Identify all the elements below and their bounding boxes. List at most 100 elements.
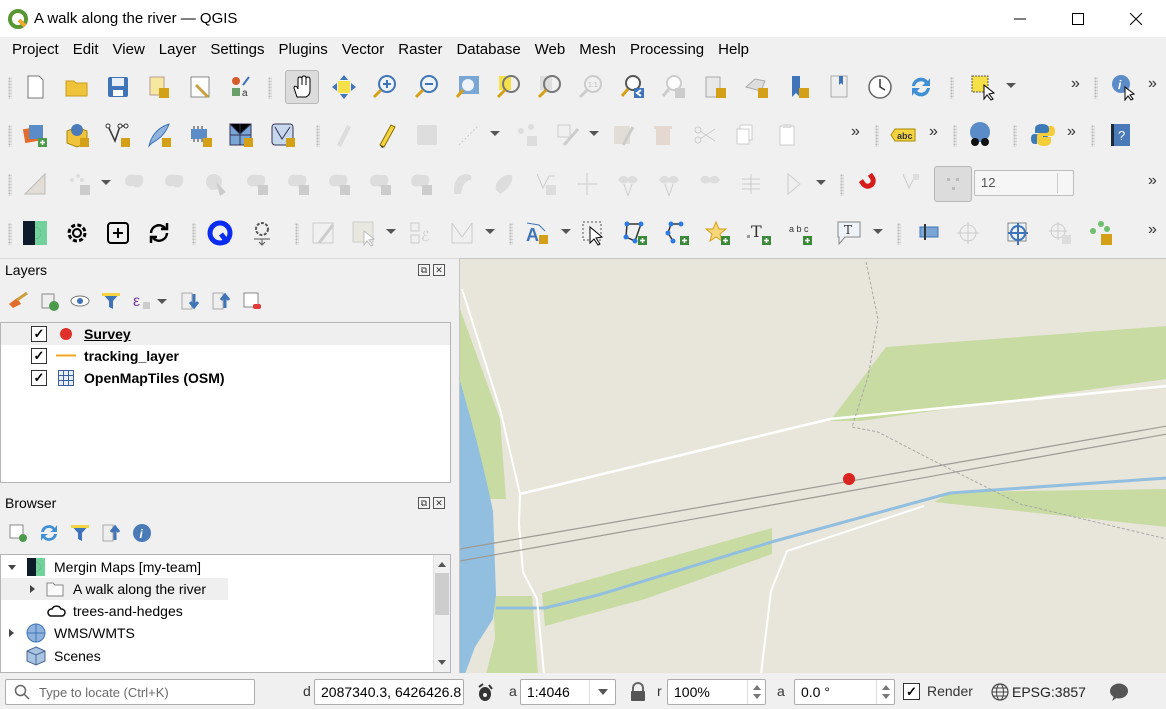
new-bookmark-button[interactable] bbox=[781, 70, 815, 104]
browser-refresh-button[interactable] bbox=[37, 521, 61, 545]
add-part-button[interactable] bbox=[240, 167, 274, 201]
scale-dropdown-button[interactable] bbox=[589, 680, 615, 704]
show-hide-labels-button[interactable] bbox=[951, 216, 985, 250]
browser-item-wms[interactable]: WMS/WMTS bbox=[7, 622, 135, 644]
delete-selected-button[interactable] bbox=[646, 118, 680, 152]
label-style-button[interactable]: A bbox=[520, 216, 554, 250]
manage-visibility-button[interactable] bbox=[68, 289, 92, 313]
modify-dropdown-arrow[interactable] bbox=[589, 131, 599, 136]
expand-arrow-down-icon[interactable] bbox=[7, 562, 17, 572]
toolbar-grip[interactable] bbox=[8, 125, 12, 147]
filter-by-expression-button[interactable]: ε bbox=[130, 289, 154, 313]
style-manager-button[interactable]: a bbox=[224, 70, 258, 104]
text-bubble-dropdown-arrow[interactable] bbox=[873, 229, 883, 234]
new-gpx-layer-button[interactable] bbox=[266, 118, 300, 152]
zoom-to-layer-button[interactable] bbox=[533, 70, 567, 104]
annotation-edit-button[interactable] bbox=[306, 216, 340, 250]
new-shapefile-button[interactable] bbox=[101, 118, 135, 152]
magnifier-spinbox[interactable]: 100% bbox=[667, 679, 766, 705]
mergin-sync-button[interactable] bbox=[142, 216, 176, 250]
new-geopackage-button[interactable] bbox=[60, 118, 94, 152]
label-style-dropdown-arrow[interactable] bbox=[561, 229, 571, 234]
zoom-out-button[interactable] bbox=[410, 70, 444, 104]
toolbar-overflow-button[interactable]: » bbox=[929, 123, 938, 141]
rotate-feature-button[interactable] bbox=[118, 167, 152, 201]
toolbar-grip[interactable] bbox=[875, 125, 879, 147]
menu-project[interactable]: Project bbox=[5, 37, 66, 63]
add-point-feature-button[interactable] bbox=[1043, 216, 1077, 250]
select-dropdown-arrow[interactable] bbox=[1006, 83, 1016, 88]
layout-manager-button[interactable] bbox=[183, 70, 217, 104]
layer-row-tracking[interactable]: ✓ tracking_layer bbox=[1, 345, 450, 367]
rotation-spinbox[interactable]: 0.0 ° bbox=[794, 679, 895, 705]
coordinate-field[interactable]: 2087340.3, 6426426.8 bbox=[314, 679, 464, 705]
toolbar-overflow-button[interactable]: » bbox=[1148, 172, 1157, 190]
cluster-button[interactable] bbox=[1084, 216, 1118, 250]
render-checkbox[interactable]: ✓ bbox=[903, 683, 920, 700]
scrollbar-thumb[interactable] bbox=[435, 573, 449, 615]
select-annotation-button[interactable] bbox=[577, 216, 611, 250]
expression-dropdown-arrow[interactable] bbox=[157, 298, 167, 304]
rotate-point-symbols-button[interactable] bbox=[734, 167, 768, 201]
current-edits-button[interactable] bbox=[328, 118, 362, 152]
zoom-last-button[interactable] bbox=[616, 70, 650, 104]
toolbar-grip[interactable] bbox=[953, 125, 957, 147]
expand-all-button[interactable] bbox=[178, 289, 202, 313]
toolbar-overflow-button[interactable]: » bbox=[851, 123, 860, 141]
label-toolbar-button[interactable]: abc bbox=[886, 118, 920, 152]
text-annotation-button[interactable]: T bbox=[742, 216, 776, 250]
crs-button[interactable]: EPSG:3857 bbox=[990, 682, 1086, 702]
filter-legend-button[interactable] bbox=[99, 289, 123, 313]
show-bookmarks-button[interactable] bbox=[822, 70, 856, 104]
symbols-dropdown-arrow[interactable] bbox=[816, 180, 826, 185]
new-map-view-button[interactable] bbox=[698, 70, 732, 104]
digitize-button[interactable] bbox=[452, 118, 486, 152]
toggle-editing-button[interactable] bbox=[369, 118, 403, 152]
lock-scale-button[interactable] bbox=[629, 682, 647, 705]
collapse-all-button[interactable] bbox=[209, 289, 233, 313]
offset-curve-button[interactable] bbox=[446, 167, 480, 201]
new-mesh-layer-button[interactable] bbox=[224, 118, 258, 152]
split-parts-button[interactable] bbox=[611, 167, 645, 201]
new-project-button[interactable] bbox=[18, 70, 52, 104]
expand-arrow-right-icon[interactable] bbox=[7, 628, 15, 638]
expand-arrow-right-icon[interactable] bbox=[28, 584, 36, 594]
browser-collapse-button[interactable] bbox=[99, 521, 123, 545]
toolbar-grip[interactable] bbox=[268, 77, 272, 99]
save-edits-button[interactable] bbox=[410, 118, 444, 152]
layer-row-survey[interactable]: ✓ Survey bbox=[1, 323, 450, 345]
add-group-button[interactable] bbox=[37, 289, 61, 313]
close-button[interactable] bbox=[1107, 0, 1165, 37]
float-panel-button[interactable]: ⧉ bbox=[418, 497, 430, 509]
scroll-up-icon[interactable] bbox=[434, 557, 450, 573]
mesh-dropdown-arrow[interactable] bbox=[485, 229, 495, 234]
mergin-settings-button[interactable] bbox=[60, 216, 94, 250]
add-selected-layers-button[interactable] bbox=[6, 521, 30, 545]
browser-item-scenes[interactable]: Scenes bbox=[25, 645, 101, 667]
menu-plugins[interactable]: Plugins bbox=[272, 37, 335, 63]
georeferencer-button[interactable] bbox=[1001, 216, 1035, 250]
delete-part-button[interactable] bbox=[363, 167, 397, 201]
toolbar-grip[interactable] bbox=[1091, 125, 1095, 147]
move-feature-button[interactable] bbox=[63, 167, 97, 201]
annotation-mesh-button[interactable] bbox=[445, 216, 479, 250]
mergin-maps-button[interactable] bbox=[18, 216, 52, 250]
toolbar-grip[interactable] bbox=[509, 223, 513, 245]
line-annotation-button[interactable] bbox=[660, 216, 694, 250]
annotation-nodes-button[interactable]: ℰ bbox=[404, 216, 438, 250]
tracing-button[interactable] bbox=[894, 167, 928, 201]
zoom-next-button[interactable] bbox=[657, 70, 691, 104]
digitize-dropdown-arrow[interactable] bbox=[490, 131, 500, 136]
toolbar-grip[interactable] bbox=[950, 77, 954, 99]
toolbar-grip[interactable] bbox=[1013, 125, 1017, 147]
data-source-manager-button[interactable] bbox=[18, 118, 52, 152]
menu-help[interactable]: Help bbox=[711, 37, 756, 63]
reshape-button[interactable] bbox=[404, 167, 438, 201]
layer-visibility-checkbox[interactable]: ✓ bbox=[31, 348, 47, 364]
scroll-down-icon[interactable] bbox=[434, 654, 450, 670]
snapping-toggle-button[interactable] bbox=[853, 167, 887, 201]
trim-extend-button[interactable] bbox=[528, 167, 562, 201]
close-panel-button[interactable]: ✕ bbox=[433, 264, 445, 276]
browser-filter-button[interactable] bbox=[68, 521, 92, 545]
browser-properties-button[interactable]: i bbox=[130, 521, 154, 545]
